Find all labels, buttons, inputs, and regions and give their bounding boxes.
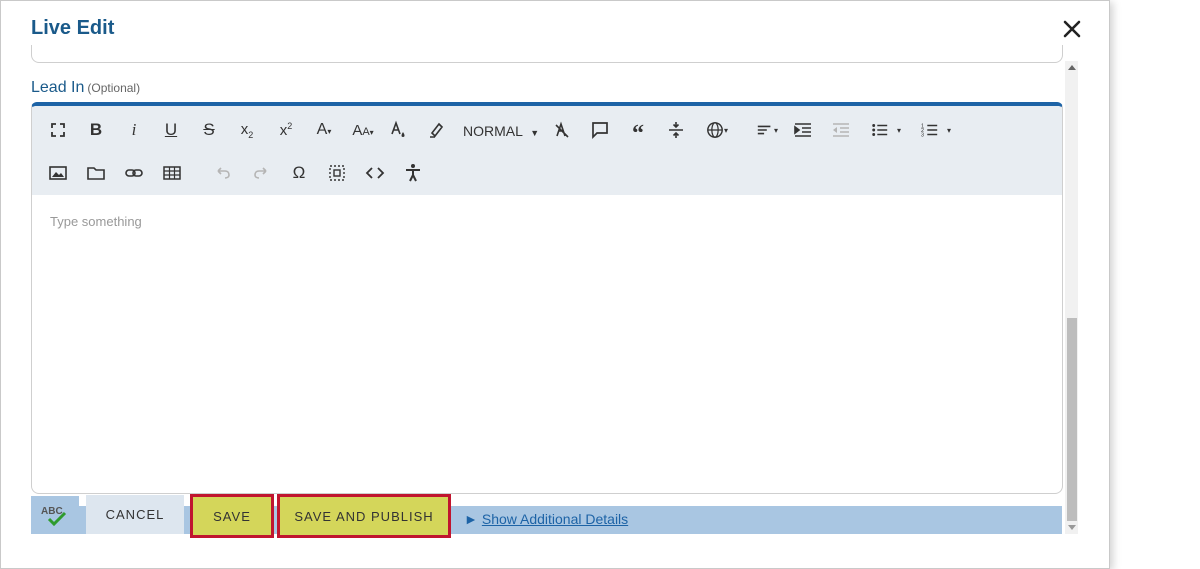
close-icon[interactable] xyxy=(1061,18,1083,40)
subscript-icon[interactable]: x2 xyxy=(233,116,261,144)
lead-in-label: Lead In (Optional) xyxy=(31,79,141,96)
text-color-drop-icon[interactable] xyxy=(384,116,412,144)
undo-icon[interactable] xyxy=(209,159,237,187)
live-edit-dialog: Live Edit Lead In (Optional) B i U S x2 x… xyxy=(0,0,1110,569)
editor-toolbar: B i U S x2 x2 A▾ AA▾ NORMAL ▼ “ ▾ ▾ ▾ 12… xyxy=(32,106,1062,195)
save-and-publish-button[interactable]: SAVE AND PUBLISH xyxy=(277,494,451,538)
underline-icon[interactable]: U xyxy=(157,116,185,144)
redo-icon[interactable] xyxy=(247,159,275,187)
select-all-icon[interactable] xyxy=(323,159,351,187)
omega-icon[interactable]: Ω xyxy=(285,159,313,187)
cancel-button[interactable]: CANCEL xyxy=(86,495,184,534)
folder-icon[interactable] xyxy=(82,159,110,187)
clear-format-icon[interactable] xyxy=(548,116,576,144)
show-additional-details-link[interactable]: ► Show Additional Details xyxy=(464,511,628,527)
align-icon[interactable]: ▾ xyxy=(750,116,784,144)
numbered-list-icon[interactable]: 1 2 3 ▾ xyxy=(916,116,956,144)
quote-icon[interactable]: “ xyxy=(624,116,652,146)
accessibility-icon[interactable] xyxy=(399,159,427,187)
image-icon[interactable] xyxy=(44,159,72,187)
svg-text:3: 3 xyxy=(921,132,924,138)
previous-field-bottom xyxy=(31,45,1063,63)
language-icon[interactable]: ▾ xyxy=(700,116,734,144)
expand-arrow-icon: ► xyxy=(464,511,478,527)
italic-icon[interactable]: i xyxy=(120,116,148,144)
comment-icon[interactable] xyxy=(586,116,614,144)
scroll-down-arrow-icon[interactable] xyxy=(1068,525,1076,530)
highlight-icon[interactable] xyxy=(422,116,450,144)
superscript-icon[interactable]: x2 xyxy=(272,116,300,144)
line-height-icon[interactable] xyxy=(662,116,690,144)
fullscreen-icon[interactable] xyxy=(44,116,72,144)
optional-label: (Optional) xyxy=(87,81,141,95)
code-view-icon[interactable] xyxy=(361,159,389,187)
rich-text-editor: B i U S x2 x2 A▾ AA▾ NORMAL ▼ “ ▾ ▾ ▾ 12… xyxy=(31,102,1063,494)
editor-placeholder[interactable]: Type something xyxy=(50,214,142,229)
font-color-icon[interactable]: A▾ xyxy=(310,116,338,144)
link-icon[interactable] xyxy=(120,159,148,187)
paragraph-format-dropdown[interactable]: NORMAL ▼ xyxy=(463,123,539,139)
scroll-up-arrow-icon[interactable] xyxy=(1068,65,1076,70)
spellcheck-icon: ABC xyxy=(41,506,67,527)
font-size-icon[interactable]: AA▾ xyxy=(346,116,380,144)
bold-icon[interactable]: B xyxy=(82,116,110,144)
table-icon[interactable] xyxy=(158,159,186,187)
dialog-title: Live Edit xyxy=(31,17,115,39)
vertical-scrollbar[interactable] xyxy=(1065,61,1078,534)
bullet-list-icon[interactable]: ▾ xyxy=(866,116,906,144)
scrollbar-thumb[interactable] xyxy=(1067,318,1077,521)
strikethrough-icon[interactable]: S xyxy=(195,116,223,144)
indent-icon[interactable] xyxy=(789,116,817,144)
outdent-icon[interactable] xyxy=(827,116,855,144)
save-button[interactable]: SAVE xyxy=(190,494,274,538)
